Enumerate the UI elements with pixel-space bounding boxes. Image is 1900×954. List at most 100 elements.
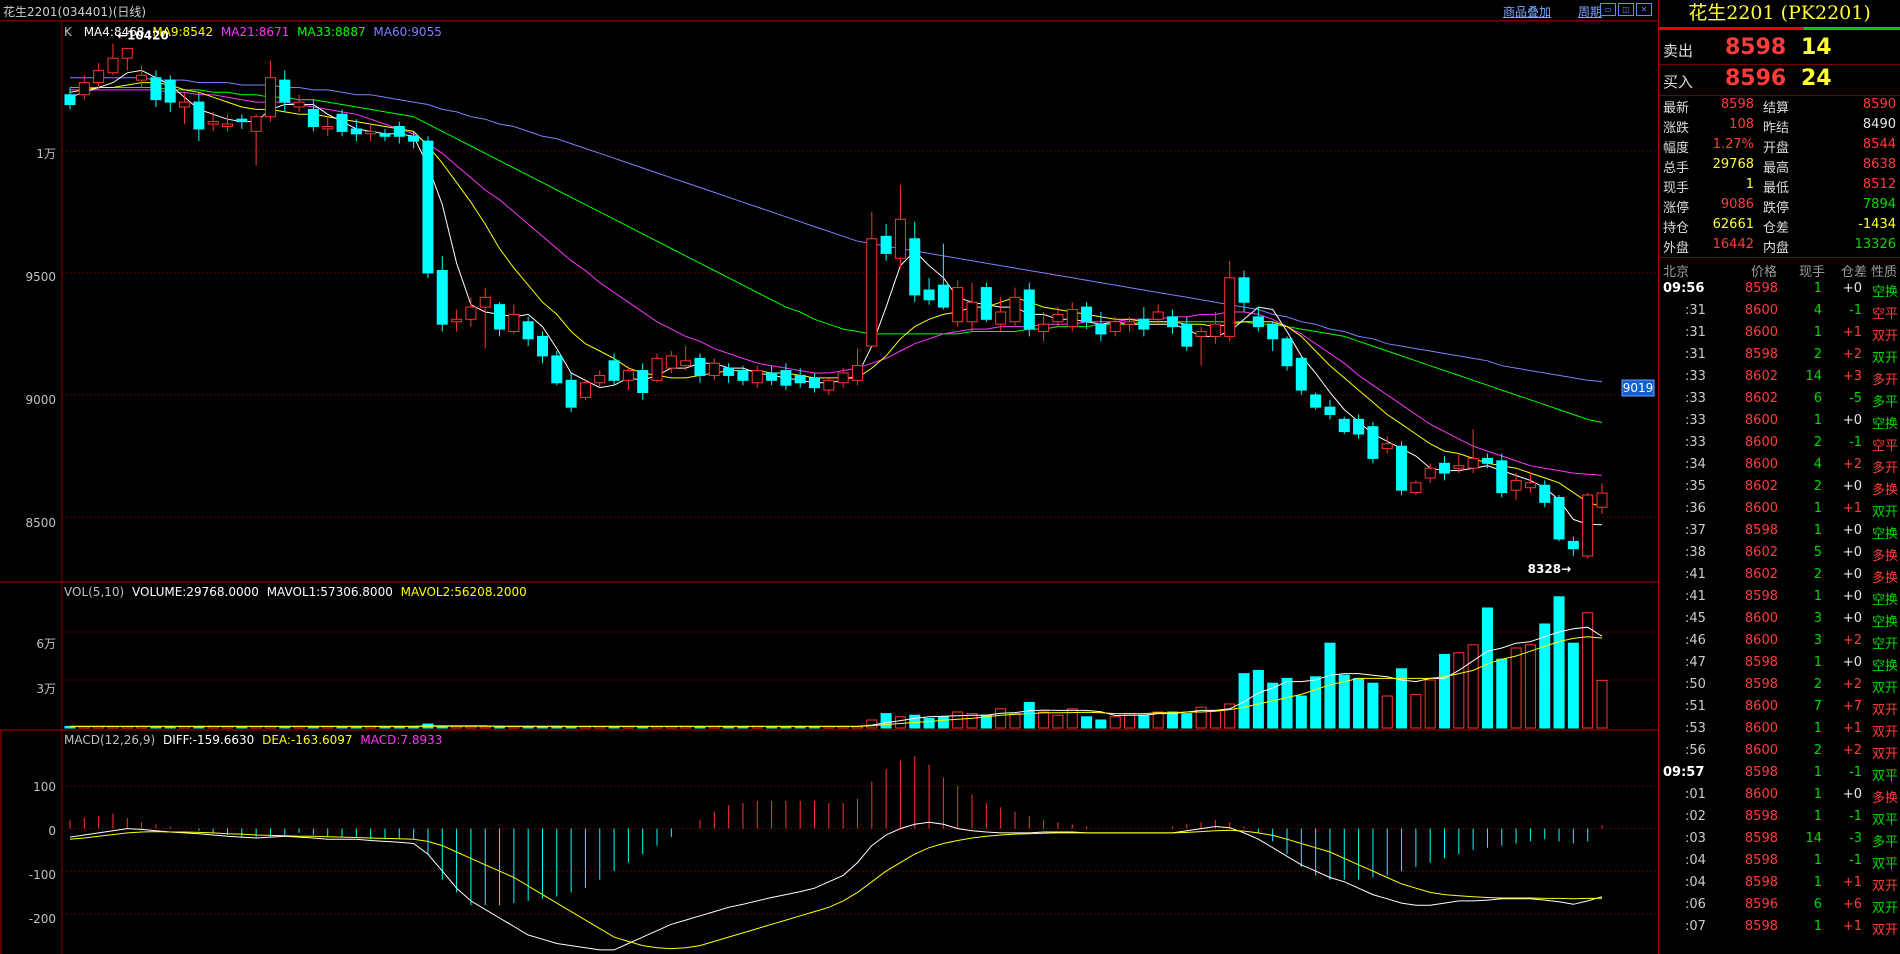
tick-volume: 4 xyxy=(1813,457,1822,472)
tick-volume: 1 xyxy=(1813,413,1822,428)
tick-row[interactable]: :04 8598 1 -1 双平 xyxy=(1659,850,1900,872)
tick-row[interactable]: :53 8600 1 +1 双开 xyxy=(1659,718,1900,740)
stat-value: -1434 xyxy=(1858,217,1896,232)
tick-row[interactable]: :02 8598 1 -1 双平 xyxy=(1659,806,1900,828)
tick-price: 8600 xyxy=(1744,699,1778,714)
tick-row[interactable]: :33 8602 6 -5 多平 xyxy=(1659,388,1900,410)
macd-axis-label: 100 xyxy=(33,780,56,794)
tick-row[interactable]: :33 8600 1 +0 空换 xyxy=(1659,410,1900,432)
tick-row[interactable]: :51 8600 7 +7 双开 xyxy=(1659,696,1900,718)
tick-volume: 2 xyxy=(1813,347,1822,362)
candle-body xyxy=(1009,296,1021,323)
stat-value: 8490 xyxy=(1862,117,1896,132)
tick-row[interactable]: :33 8602 14 +3 多开 xyxy=(1659,366,1900,388)
stat-value: 9086 xyxy=(1720,197,1754,212)
tick-row[interactable]: :31 8600 4 -1 空平 xyxy=(1659,300,1900,322)
tick-row[interactable]: :56 8600 2 +2 双开 xyxy=(1659,740,1900,762)
tick-row[interactable]: :47 8598 1 +0 空换 xyxy=(1659,652,1900,674)
tick-row[interactable]: :45 8600 3 +0 空换 xyxy=(1659,608,1900,630)
tick-row[interactable]: :36 8600 1 +1 双开 xyxy=(1659,498,1900,520)
tick-time: :31 xyxy=(1685,347,1706,362)
tick-oi-change: +0 xyxy=(1842,413,1862,428)
tick-type: 双平 xyxy=(1871,769,1898,784)
tick-oi-change: +2 xyxy=(1842,677,1862,692)
tick-row[interactable]: :41 8598 1 +0 空换 xyxy=(1659,586,1900,608)
tick-volume: 2 xyxy=(1813,567,1822,582)
tick-time: :50 xyxy=(1685,677,1706,692)
candle-body xyxy=(837,372,849,384)
tick-row[interactable]: :35 8602 2 +0 多换 xyxy=(1659,476,1900,498)
grid-lines xyxy=(62,150,1658,915)
stat-value: 8598 xyxy=(1720,97,1754,112)
tick-price: 8598 xyxy=(1744,919,1778,934)
candle-body xyxy=(665,355,677,369)
candle-body xyxy=(221,123,234,128)
tick-row[interactable]: :33 8600 2 -1 空平 xyxy=(1659,432,1900,454)
kline-chart[interactable]: K MA4:8468 MA9:8542 MA21:8671 MA33:8887 … xyxy=(0,0,1658,954)
volume-bar xyxy=(880,713,892,729)
stat-label: 涨停 xyxy=(1663,201,1690,216)
stat-label: 总手 xyxy=(1663,161,1690,176)
tick-row[interactable]: :41 8602 2 +0 多换 xyxy=(1659,564,1900,586)
tick-row[interactable]: :06 8596 6 +6 双开 xyxy=(1659,894,1900,916)
tick-type: 双开 xyxy=(1871,351,1898,366)
candle-body xyxy=(1166,316,1178,328)
tick-type: 双开 xyxy=(1871,879,1898,894)
tick-list[interactable]: 北京 价格 现手 仓差 性质 09:56 8598 1 +0 空换:31 8600 4 -1 空… xyxy=(1659,258,1900,938)
tick-row[interactable]: 09:56 8598 1 +0 空换 xyxy=(1659,278,1900,300)
price-axis-label: 9000 xyxy=(25,393,56,407)
stat-label: 最高 xyxy=(1763,161,1790,176)
tick-row[interactable]: :07 8598 1 +1 双开 xyxy=(1659,916,1900,938)
stat-value: 29768 xyxy=(1712,157,1754,172)
candle-body xyxy=(680,360,692,367)
candle-body xyxy=(1367,426,1379,459)
tick-oi-change: +0 xyxy=(1842,655,1862,670)
tick-row[interactable]: :31 8600 1 +1 双开 xyxy=(1659,322,1900,344)
candle-body xyxy=(995,311,1007,325)
tick-row[interactable]: :34 8600 4 +2 多开 xyxy=(1659,454,1900,476)
volume-bar xyxy=(995,708,1007,729)
tick-time: 09:57 xyxy=(1663,765,1705,780)
tick-oi-change: +1 xyxy=(1842,919,1862,934)
legend-diff: DIFF:-159.6630 xyxy=(163,733,254,747)
candle-body xyxy=(1467,457,1479,469)
candle-body xyxy=(1410,482,1422,494)
tick-price: 8598 xyxy=(1744,589,1778,604)
tick-volume: 1 xyxy=(1813,589,1822,604)
stat-label: 最新 xyxy=(1663,101,1690,116)
stat-label: 外盘 xyxy=(1663,241,1690,256)
tick-time: :04 xyxy=(1685,875,1706,890)
volume-bar xyxy=(1281,677,1293,729)
tick-row[interactable]: :31 8598 2 +2 双开 xyxy=(1659,344,1900,366)
candle-body xyxy=(780,370,792,386)
tick-row[interactable]: 09:57 8598 1 -1 双平 xyxy=(1659,762,1900,784)
tick-row[interactable]: :04 8598 1 +1 双开 xyxy=(1659,872,1900,894)
macd-dea-line xyxy=(69,829,1603,950)
stats-table: 最新 8598 结算 8590 涨跌 108 昨结 8490 幅度 1.27% 开盘 8544 总手 29… xyxy=(1659,95,1900,256)
candle-body xyxy=(1124,321,1136,325)
tick-price: 8598 xyxy=(1744,677,1778,692)
candle-body xyxy=(866,238,878,347)
chart-area[interactable]: 花生2201(034401)(日线) 商品叠加 周期 ▭ ◫ ✕ K MA4:8… xyxy=(0,0,1658,954)
tick-row[interactable]: :03 8598 14 -3 多平 xyxy=(1659,828,1900,850)
candle-body xyxy=(923,289,935,301)
tick-price: 8602 xyxy=(1744,479,1778,494)
tick-row[interactable]: :01 8600 1 +0 多换 xyxy=(1659,784,1900,806)
candle-body xyxy=(536,335,548,357)
tick-row[interactable]: :50 8598 2 +2 双开 xyxy=(1659,674,1900,696)
candle-body xyxy=(952,287,964,323)
tick-row[interactable]: :37 8598 1 +0 空换 xyxy=(1659,520,1900,542)
candle-body xyxy=(1453,465,1465,469)
price-axis-label: 1万 xyxy=(36,147,56,161)
tick-time: :45 xyxy=(1685,611,1706,626)
tick-row[interactable]: :46 8600 3 +2 空开 xyxy=(1659,630,1900,652)
candle-body xyxy=(64,94,76,106)
tick-type: 双平 xyxy=(1871,857,1898,872)
candle-body xyxy=(880,235,892,254)
tick-price: 8600 xyxy=(1744,633,1778,648)
price-axis-label: 8500 xyxy=(25,516,56,530)
candle-body xyxy=(1353,418,1365,435)
tick-time: :41 xyxy=(1685,589,1706,604)
tick-row[interactable]: :38 8602 5 +0 多换 xyxy=(1659,542,1900,564)
tick-price: 8598 xyxy=(1744,875,1778,890)
